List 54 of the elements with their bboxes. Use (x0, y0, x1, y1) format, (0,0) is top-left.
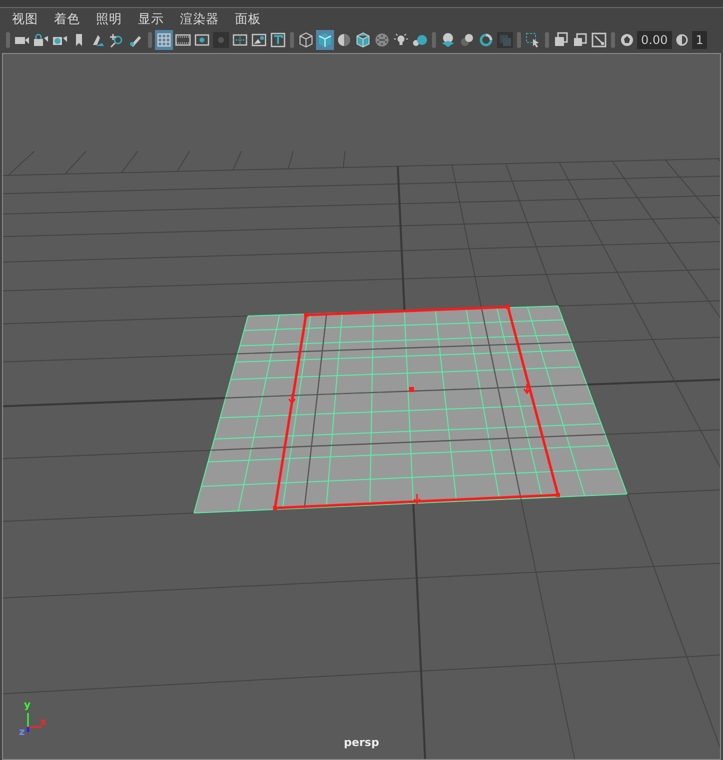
axis-label: z (19, 728, 25, 738)
axis-label: x (40, 718, 46, 728)
picture-icon (251, 32, 267, 48)
menu-item[interactable]: 着色 (48, 8, 86, 29)
field-chart-icon (232, 32, 248, 48)
axis-gizmo-icon (26, 713, 42, 732)
menu-item[interactable]: 视图 (6, 8, 44, 29)
text-button[interactable] (269, 30, 287, 50)
half-sphere-icon (336, 32, 352, 48)
resolution-gate-icon (194, 32, 210, 48)
wire-shaded-cube-button[interactable] (354, 30, 372, 50)
layered-sphere-icon (440, 32, 456, 48)
select-arrow-icon (525, 32, 541, 48)
zoom-icon (109, 32, 125, 48)
toolbar-grip[interactable] (432, 32, 436, 48)
toolbar-grip[interactable] (517, 32, 521, 48)
ring-icon (478, 32, 494, 48)
toolbar-grip[interactable] (611, 32, 615, 48)
text-icon (270, 32, 286, 48)
shaded-cube-button[interactable] (316, 30, 334, 50)
brush-frame-icon (591, 32, 607, 48)
aperture-icon (619, 32, 635, 48)
light-bulb-icon (393, 32, 409, 48)
wire-shaded-cube-icon (355, 32, 371, 48)
brush-frame-button[interactable] (590, 30, 608, 50)
viewport[interactable]: y x z persp (2, 53, 721, 760)
lock-camera-icon (33, 32, 49, 48)
menu-item[interactable]: 照明 (90, 8, 128, 29)
axis-label: y (24, 701, 31, 711)
menu-item[interactable]: 显示 (132, 8, 170, 29)
offset-squares-icon (572, 32, 588, 48)
value-field[interactable]: 0.00 (637, 31, 672, 49)
toolbar-grip[interactable] (148, 32, 152, 48)
grid-icon (156, 32, 172, 48)
wireframe-cube-icon (298, 32, 314, 48)
dark-square-icon (497, 32, 513, 48)
wireframe-cube-button[interactable] (297, 30, 315, 50)
checker-sphere-icon (374, 32, 390, 48)
plane-mesh-drawing[interactable] (194, 306, 628, 514)
overlap-squares-icon (553, 32, 569, 48)
spheres-icon (412, 32, 428, 48)
camera-label: persp (344, 734, 380, 750)
menu-item[interactable]: 渲染器 (174, 8, 225, 29)
gate-mask-icon (213, 32, 229, 48)
toolbar-grip[interactable] (290, 32, 294, 48)
shadow-spheres-icon (459, 32, 475, 48)
shaded-cube-icon (317, 32, 333, 48)
value-field[interactable]: 1 (692, 31, 708, 49)
half-circle-icon (674, 32, 690, 48)
menu-item[interactable]: 面板 (229, 8, 267, 29)
toolbar-grip[interactable] (6, 32, 10, 48)
toolbar-grip[interactable] (545, 32, 549, 48)
film-gate-icon (175, 32, 191, 48)
manipulator-drawing[interactable] (273, 305, 560, 510)
